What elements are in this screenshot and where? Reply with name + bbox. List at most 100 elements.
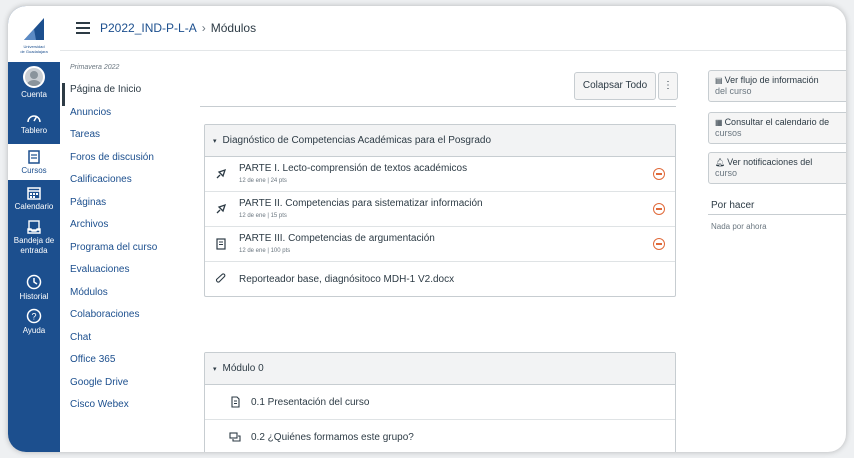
course-nav-modules[interactable]: Módulos — [70, 286, 190, 309]
svg-text:?: ? — [31, 312, 36, 322]
nav-courses[interactable]: Cursos — [8, 144, 60, 180]
course-nav-google-drive[interactable]: Google Drive — [70, 376, 190, 399]
course-nav-cisco-webex[interactable]: Cisco Webex — [70, 398, 190, 421]
nav-history-label: Historial — [19, 292, 49, 301]
page-header: P2022_IND-P-L-A › Módulos — [60, 6, 846, 51]
course-nav-home[interactable]: Página de Inicio — [62, 83, 190, 106]
stream-icon: ▤ — [715, 76, 723, 85]
status-icon — [653, 238, 665, 250]
nav-account[interactable]: Cuenta — [8, 66, 60, 100]
view-calendar-button[interactable]: ▦ Consultar el calendario de cursos — [708, 112, 846, 144]
todo-heading: Por hacer — [711, 200, 755, 211]
module-header[interactable]: ▾ Diagnóstico de Competencias Académicas … — [205, 125, 675, 157]
nav-help[interactable]: ? Ayuda — [8, 308, 60, 336]
calendar-button-sublabel: cursos — [715, 128, 742, 138]
breadcrumb-current-page: Módulos — [210, 21, 257, 35]
assignment-icon — [216, 238, 226, 250]
course-nav-files[interactable]: Archivos — [70, 218, 190, 241]
quiz-icon — [216, 203, 227, 214]
app-window: Universidad de Guadalajara Cuenta Tabler… — [8, 6, 846, 452]
module-item-title[interactable]: PARTE III. Competencias de argumentación — [239, 233, 435, 244]
todo-divider — [708, 214, 846, 215]
module-item-meta: 12 de ene | 24 pts — [239, 178, 287, 184]
university-logo[interactable]: Universidad de Guadalajara — [8, 6, 60, 62]
modules-toolbar: Colapsar Todo ⋮ — [200, 68, 678, 107]
nav-history[interactable]: Historial — [8, 274, 60, 302]
avatar — [23, 66, 45, 88]
stream-button-label: Ver flujo de información — [724, 75, 819, 85]
module-header[interactable]: ▾ Módulo 0 — [205, 353, 675, 385]
module-item-title[interactable]: PARTE I. Lecto-comprensión de textos aca… — [239, 163, 467, 174]
course-nav-chat[interactable]: Chat — [70, 331, 190, 354]
help-icon: ? — [26, 308, 42, 324]
course-nav-syllabus[interactable]: Programa del curso — [70, 241, 190, 264]
inbox-icon — [27, 220, 41, 234]
breadcrumb-separator: › — [201, 21, 206, 35]
nav-calendar[interactable]: Calendario — [8, 186, 60, 212]
module-diagnostico: ▾ Diagnóstico de Competencias Académicas … — [204, 124, 676, 297]
nav-dashboard[interactable]: Tablero — [8, 110, 60, 136]
module-title: Módulo 0 — [222, 363, 264, 374]
course-nav-announcements[interactable]: Anuncios — [70, 106, 190, 129]
dashboard-icon — [27, 115, 41, 123]
term-label: Primavera 2022 — [70, 64, 120, 71]
collapse-all-button[interactable]: Colapsar Todo — [574, 72, 656, 100]
quiz-icon — [216, 168, 227, 179]
course-nav-collaborations[interactable]: Colaboraciones — [70, 308, 190, 331]
calendar-icon: ▦ — [715, 118, 723, 127]
module-title: Diagnóstico de Competencias Académicas p… — [222, 135, 492, 146]
stream-button-sublabel: del curso — [715, 86, 752, 96]
discussion-icon — [229, 432, 241, 442]
view-course-stream-button[interactable]: ▤ Ver flujo de información del curso — [708, 70, 846, 102]
global-nav: Universidad de Guadalajara Cuenta Tabler… — [8, 6, 60, 452]
nav-inbox[interactable]: Bandeja de entrada — [8, 220, 60, 256]
course-nav-quizzes[interactable]: Evaluaciones — [70, 263, 190, 286]
bell-icon: 🔔︎ — [715, 158, 726, 167]
course-nav-pages[interactable]: Páginas — [70, 196, 190, 219]
nav-inbox-label: Bandeja de entrada — [13, 236, 55, 255]
more-options-button[interactable]: ⋮ — [658, 72, 678, 100]
notifications-button-label: Ver notificaciones del — [727, 157, 813, 167]
view-notifications-button[interactable]: 🔔︎ Ver notificaciones del curso — [708, 152, 846, 184]
module-item-title[interactable]: 0.2 ¿Quiénes formamos este grupo? — [251, 432, 414, 443]
module-item-meta: 12 de ene | 100 pts — [239, 248, 291, 254]
module-item[interactable]: 0.1 Presentación del curso — [205, 385, 675, 420]
nav-calendar-label: Calendario — [14, 202, 54, 211]
module-item-title[interactable]: 0.1 Presentación del curso — [251, 397, 369, 408]
todo-empty-text: Nada por ahora — [711, 222, 767, 231]
module-item[interactable]: PARTE III. Competencias de argumentación… — [205, 227, 675, 262]
hamburger-menu-icon[interactable] — [76, 22, 90, 34]
book-icon — [28, 150, 40, 164]
attachment-icon — [215, 273, 226, 283]
module-item[interactable]: PARTE I. Lecto-comprensión de textos aca… — [205, 157, 675, 192]
logo-line-2: de Guadalajara — [20, 49, 48, 54]
calendar-button-label: Consultar el calendario de — [724, 117, 830, 127]
nav-courses-label: Cursos — [21, 166, 47, 175]
module-item[interactable]: Reporteador base, diagnósitoco MDH-1 V2.… — [205, 262, 675, 296]
breadcrumb: P2022_IND-P-L-A › Módulos — [100, 21, 256, 35]
caret-down-icon: ▾ — [213, 138, 217, 145]
course-nav-assignments[interactable]: Tareas — [70, 128, 190, 151]
status-icon — [653, 203, 665, 215]
nav-help-label: Ayuda — [22, 326, 46, 335]
caret-down-icon: ▾ — [213, 366, 217, 373]
clock-icon — [26, 274, 42, 290]
breadcrumb-course-link[interactable]: P2022_IND-P-L-A — [100, 21, 197, 35]
logo-icon — [24, 18, 44, 40]
notifications-button-sublabel: curso — [715, 168, 738, 178]
module-0: ▾ Módulo 0 0.1 Presentación del curso 0.2… — [204, 352, 676, 452]
course-nav-office365[interactable]: Office 365 — [70, 353, 190, 376]
course-nav-grades[interactable]: Calificaciones — [70, 173, 190, 196]
course-nav-discussions[interactable]: Foros de discusión — [70, 151, 190, 174]
module-item-title[interactable]: PARTE II. Competencias para sistematizar… — [239, 198, 483, 209]
status-icon — [653, 168, 665, 180]
nav-dashboard-label: Tablero — [20, 126, 48, 135]
module-item[interactable]: PARTE II. Competencias para sistematizar… — [205, 192, 675, 227]
nav-account-label: Cuenta — [21, 90, 47, 99]
calendar-icon — [27, 187, 41, 200]
page-icon — [231, 396, 240, 408]
module-item[interactable]: 0.2 ¿Quiénes formamos este grupo? — [205, 420, 675, 452]
logo-text: Universidad de Guadalajara — [10, 44, 58, 54]
module-item-title[interactable]: Reporteador base, diagnósitoco MDH-1 V2.… — [239, 274, 454, 285]
module-item-meta: 12 de ene | 15 pts — [239, 213, 287, 219]
